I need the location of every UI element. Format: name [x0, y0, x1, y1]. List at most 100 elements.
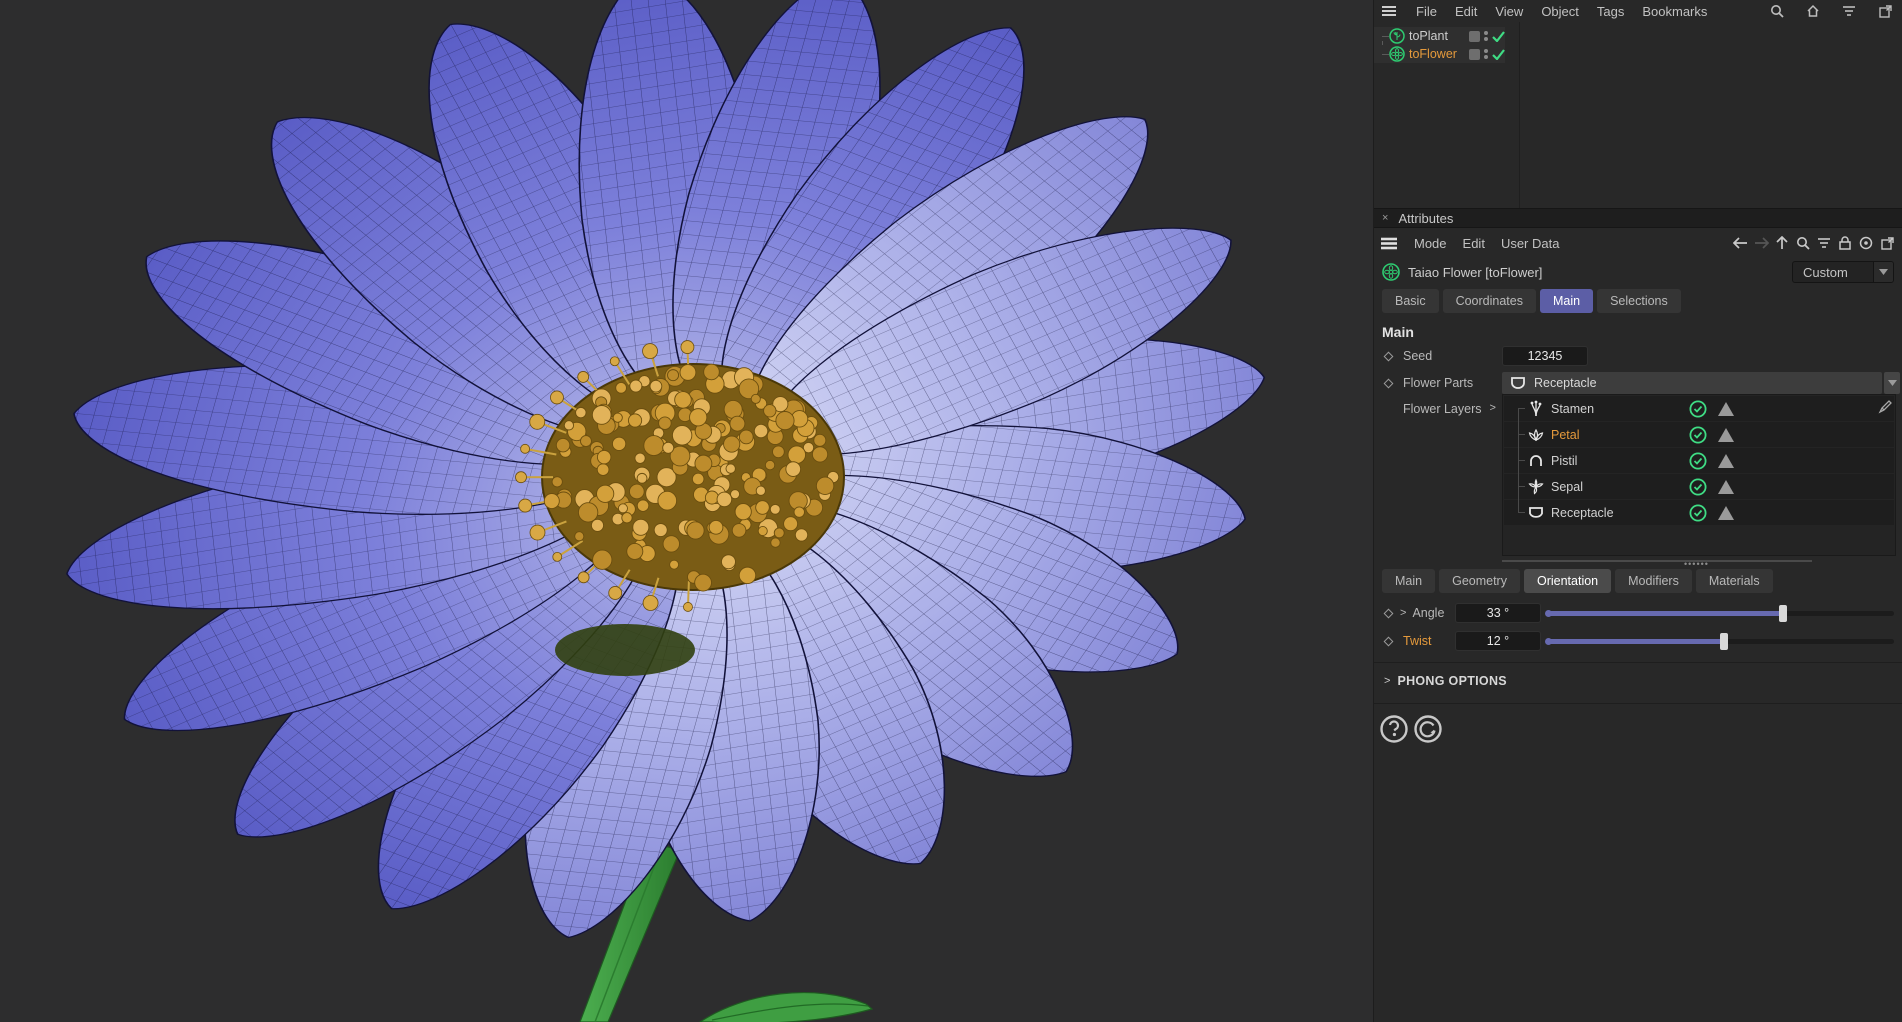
chevron-down-icon [1873, 262, 1893, 282]
angle-slider-handle[interactable] [1779, 605, 1787, 622]
flower-model [0, 0, 1374, 1022]
twist-slider[interactable] [1547, 639, 1894, 644]
twist-slider-handle[interactable] [1720, 633, 1728, 650]
flower-parts-dropdown[interactable]: Receptacle [1502, 372, 1882, 394]
hamburger-menu-icon[interactable] [1380, 2, 1398, 20]
layer-row-sepal[interactable]: Sepal [1504, 474, 1894, 499]
solo-triangle-icon[interactable] [1718, 454, 1734, 468]
phong-help-icon[interactable] [1379, 714, 1409, 744]
tab-modifiers[interactable]: Modifiers [1615, 569, 1692, 593]
tab-geometry[interactable]: Geometry [1439, 569, 1520, 593]
menu-mode[interactable]: Mode [1414, 236, 1447, 251]
menu-file[interactable]: File [1416, 4, 1437, 19]
menu-bookmarks[interactable]: Bookmarks [1642, 4, 1707, 19]
splitter-grip-icon[interactable]: •••••• [1684, 559, 1709, 569]
enable-dots-icon[interactable] [1484, 31, 1488, 41]
enabled-check-icon[interactable] [1689, 452, 1707, 470]
menu-view[interactable]: View [1495, 4, 1523, 19]
green-check-icon[interactable] [1492, 49, 1505, 60]
edit-pencil-icon[interactable] [1878, 399, 1893, 417]
solo-triangle-icon[interactable] [1718, 402, 1734, 416]
tab-coordinates[interactable]: Coordinates [1443, 289, 1536, 313]
enabled-check-icon[interactable] [1689, 400, 1707, 418]
receptacle-icon [1510, 375, 1526, 391]
twist-row: Twist [1374, 630, 1902, 652]
seed-input[interactable] [1502, 346, 1588, 366]
section-title: Main [1382, 324, 1902, 340]
keyframe-diamond-icon[interactable] [1384, 636, 1394, 646]
phong-options-row[interactable]: > PHONG OPTIONS [1374, 669, 1902, 693]
close-icon[interactable]: × [1382, 212, 1388, 224]
object-manager-menubar: File Edit View Object Tags Bookmarks [1374, 0, 1902, 22]
seed-row: Seed [1374, 345, 1902, 367]
enabled-check-icon[interactable] [1689, 478, 1707, 496]
solo-triangle-icon[interactable] [1718, 428, 1734, 442]
layer-chip-icon[interactable] [1469, 31, 1480, 42]
chevron-down-icon[interactable] [1884, 372, 1900, 394]
tab-main[interactable]: Main [1540, 289, 1593, 313]
twist-input[interactable] [1455, 631, 1541, 651]
tab-main-sub[interactable]: Main [1382, 569, 1435, 593]
menu-edit[interactable]: Edit [1463, 236, 1485, 251]
popout-icon[interactable] [1878, 234, 1896, 252]
angle-input[interactable] [1455, 603, 1541, 623]
reset-rotation-icon[interactable] [1413, 714, 1443, 744]
tab-selections[interactable]: Selections [1597, 289, 1681, 313]
preset-dropdown[interactable]: Custom [1792, 261, 1894, 283]
tree-branch [1382, 36, 1389, 37]
angle-slider[interactable] [1547, 611, 1894, 616]
filter-icon[interactable] [1840, 2, 1858, 20]
home-icon[interactable] [1804, 2, 1822, 20]
object-label[interactable]: toPlant [1409, 29, 1469, 43]
target-icon[interactable] [1857, 234, 1875, 252]
3d-viewport[interactable] [0, 0, 1374, 1022]
layer-name: Pistil [1551, 454, 1689, 468]
object-row-toplant[interactable]: toPlant [1374, 27, 1505, 45]
green-check-icon[interactable] [1492, 31, 1505, 42]
search-icon[interactable] [1794, 234, 1812, 252]
back-arrow-icon[interactable] [1731, 234, 1749, 252]
tab-materials[interactable]: Materials [1696, 569, 1773, 593]
plant-object-icon[interactable] [1389, 28, 1405, 44]
keyframe-diamond-icon[interactable] [1384, 351, 1394, 361]
flower-parts-row: Flower Parts Receptacle [1374, 372, 1902, 394]
hamburger-menu-icon[interactable] [1380, 234, 1398, 252]
expander-chevron-icon[interactable]: > [1400, 607, 1406, 619]
menu-object[interactable]: Object [1541, 4, 1579, 19]
layer-chip-icon[interactable] [1469, 49, 1480, 60]
keyframe-diamond-icon[interactable] [1384, 378, 1394, 388]
keyframe-diamond-icon[interactable] [1384, 608, 1394, 618]
layer-row-stamen[interactable]: Stamen [1504, 396, 1894, 421]
menu-user-data[interactable]: User Data [1501, 236, 1560, 251]
solo-triangle-icon[interactable] [1718, 506, 1734, 520]
expander-chevron-icon[interactable]: > [1490, 402, 1496, 414]
layer-row-petal[interactable]: Petal [1504, 422, 1894, 447]
tab-orientation[interactable]: Orientation [1524, 569, 1611, 593]
enable-dots-icon[interactable] [1484, 49, 1488, 59]
popout-icon[interactable] [1876, 2, 1894, 20]
forward-arrow-icon[interactable] [1752, 234, 1770, 252]
enabled-check-icon[interactable] [1689, 504, 1707, 522]
menu-edit[interactable]: Edit [1455, 4, 1477, 19]
twist-label: Twist [1403, 634, 1431, 648]
up-arrow-icon[interactable] [1773, 234, 1791, 252]
tab-basic[interactable]: Basic [1382, 289, 1439, 313]
enabled-check-icon[interactable] [1689, 426, 1707, 444]
layer-row-receptacle[interactable]: Receptacle [1504, 500, 1894, 525]
object-title: Taiao Flower [toFlower] [1408, 265, 1784, 280]
layer-row-pistil[interactable]: Pistil [1504, 448, 1894, 473]
lock-icon[interactable] [1836, 234, 1854, 252]
seed-label: Seed [1403, 349, 1432, 363]
object-row-toflower[interactable]: toFlower [1374, 45, 1505, 63]
solo-triangle-icon[interactable] [1718, 480, 1734, 494]
filter-icon[interactable] [1815, 234, 1833, 252]
angle-label: Angle [1412, 606, 1444, 620]
flower-object-icon[interactable] [1389, 46, 1405, 62]
object-label[interactable]: toFlower [1409, 47, 1469, 61]
panel-splitter[interactable]: •••••• [1374, 556, 1902, 566]
pistil-icon [1527, 452, 1545, 470]
menu-tags[interactable]: Tags [1597, 4, 1624, 19]
stamen-icon [1527, 400, 1545, 418]
expander-chevron-icon[interactable]: > [1384, 675, 1390, 687]
search-icon[interactable] [1768, 2, 1786, 20]
